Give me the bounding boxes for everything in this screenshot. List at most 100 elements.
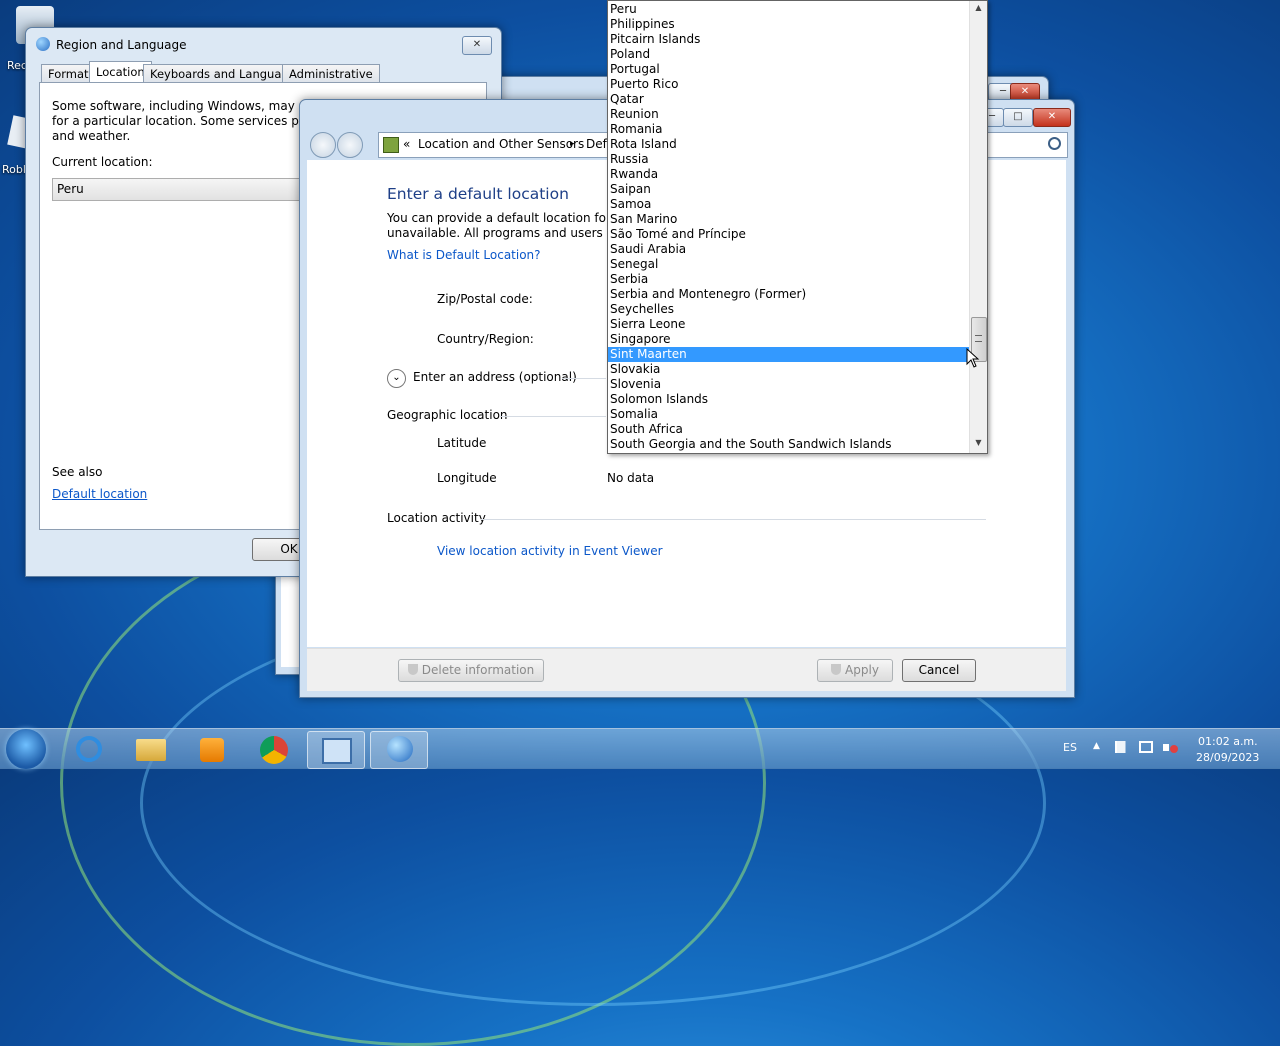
taskbar-chrome[interactable] [248, 731, 304, 767]
country-option[interactable]: Solomon Islands [608, 392, 969, 407]
activity-divider [481, 519, 986, 520]
globe-icon [36, 37, 50, 51]
country-option[interactable]: Rota Island [608, 137, 969, 152]
address-divider [562, 378, 606, 379]
country-option[interactable]: Reunion [608, 107, 969, 122]
taskbar-region-language[interactable] [370, 731, 428, 769]
recycle-bin-label: Rec [7, 59, 27, 72]
breadcrumb-location-sensors[interactable]: Location and Other Sensors [418, 133, 584, 156]
country-option[interactable]: South Georgia and the South Sandwich Isl… [608, 437, 969, 452]
taskbar-internet-explorer[interactable] [62, 731, 118, 767]
speaker-shape [1163, 744, 1169, 751]
country-option[interactable]: Saudi Arabia [608, 242, 969, 257]
taskbar-media-player[interactable] [186, 731, 242, 767]
country-option[interactable]: South Africa [608, 422, 969, 437]
country-option[interactable]: Sint Maarten [608, 347, 969, 362]
geo-divider [500, 416, 606, 417]
country-option[interactable]: Poland [608, 47, 969, 62]
longitude-value: No data [607, 471, 655, 485]
delete-label: Delete information [421, 663, 535, 677]
clock-time[interactable]: 01:02 a.m. [1198, 735, 1258, 748]
cancel-button[interactable]: Cancel [902, 659, 976, 682]
control-panel-icon [322, 738, 352, 764]
language-indicator[interactable]: ES [1063, 741, 1077, 754]
maximize-button[interactable]: □ [1003, 108, 1033, 127]
shield-icon [831, 664, 842, 675]
roblox-label: Robl [2, 163, 26, 176]
country-label: Country/Region: [437, 332, 534, 346]
volume-muted-icon[interactable] [1163, 741, 1178, 755]
location-description: Some software, including Windows, may pr… [52, 99, 337, 143]
apply-button[interactable]: Apply [817, 659, 893, 682]
search-icon [1048, 137, 1061, 150]
muted-mark [1170, 745, 1178, 753]
country-option[interactable]: Pitcairn Islands [608, 32, 969, 47]
country-option[interactable]: Qatar [608, 92, 969, 107]
grip-icon [975, 335, 982, 342]
country-option[interactable]: Puerto Rico [608, 77, 969, 92]
back-button[interactable] [310, 132, 336, 158]
country-option[interactable]: Seychelles [608, 302, 969, 317]
geographic-section-title: Geographic location [387, 408, 508, 422]
page-heading: Enter a default location [387, 185, 569, 203]
expand-chevron-icon[interactable]: ⌄ [387, 369, 406, 388]
country-options: Peru Philippines Pitcairn Islands Poland Por… [608, 2, 969, 452]
scroll-down-arrow-icon[interactable]: ▼ [970, 438, 987, 447]
country-option[interactable]: Senegal [608, 257, 969, 272]
breadcrumb-prefix: « [403, 137, 411, 151]
country-option[interactable]: Romania [608, 122, 969, 137]
country-option[interactable]: Russia [608, 152, 969, 167]
close-button[interactable]: ✕ [1033, 108, 1071, 127]
country-option[interactable]: Rwanda [608, 167, 969, 182]
search-input[interactable] [986, 132, 1068, 158]
tab-administrative[interactable]: Administrative [282, 64, 380, 83]
zip-label: Zip/Postal code: [437, 292, 533, 306]
event-viewer-link[interactable]: View location activity in Event Viewer [437, 544, 663, 558]
taskbar: ES ▲ 01:02 a.m. 28/09/2023 [0, 728, 1280, 769]
latitude-label: Latitude [437, 436, 487, 450]
taskbar-explorer[interactable] [124, 731, 180, 767]
internet-explorer-icon [76, 736, 102, 762]
show-hidden-icons-icon[interactable]: ▲ [1093, 741, 1100, 751]
intro-text: You can provide a default location for p… [387, 211, 642, 240]
enter-address-toggle[interactable]: Enter an address (optional) [413, 370, 577, 384]
folder-icon [136, 739, 166, 761]
control-panel-icon [383, 137, 399, 153]
current-location-select[interactable]: Peru [52, 178, 304, 201]
country-option[interactable]: Serbia [608, 272, 969, 287]
country-option[interactable]: Serbia and Montenegro (Former) [608, 287, 969, 302]
country-option[interactable]: Sierra Leone [608, 317, 969, 332]
delete-information-button[interactable]: Delete information [398, 659, 544, 682]
country-option[interactable]: Peru [608, 2, 969, 17]
taskbar-control-panel[interactable] [307, 731, 365, 769]
current-location-label: Current location: [52, 155, 153, 169]
country-option[interactable]: Portugal [608, 62, 969, 77]
forward-button[interactable] [337, 132, 363, 158]
current-location-value: Peru [57, 182, 84, 196]
country-option[interactable]: Philippines [608, 17, 969, 32]
country-option[interactable]: Samoa [608, 197, 969, 212]
clock-date[interactable]: 28/09/2023 [1196, 751, 1259, 764]
country-option[interactable]: São Tomé and Príncipe [608, 227, 969, 242]
what-is-default-location-link[interactable]: What is Default Location? [387, 248, 541, 262]
country-option[interactable]: Slovakia [608, 362, 969, 377]
see-also-label: See also [52, 465, 103, 479]
country-option[interactable]: San Marino [608, 212, 969, 227]
action-center-flag-icon[interactable] [1115, 741, 1129, 753]
country-option[interactable]: Slovenia [608, 377, 969, 392]
dropdown-scrollbar[interactable]: ▲ ▼ [969, 1, 987, 453]
close-button[interactable]: ✕ [462, 36, 492, 55]
network-icon[interactable] [1139, 741, 1153, 753]
media-player-icon [200, 738, 224, 762]
scroll-up-arrow-icon[interactable]: ▲ [970, 3, 987, 12]
country-option[interactable]: Somalia [608, 407, 969, 422]
country-option[interactable]: Saipan [608, 182, 969, 197]
country-dropdown-list[interactable]: Peru Philippines Pitcairn Islands Poland Por… [607, 0, 988, 454]
longitude-label: Longitude [437, 471, 497, 485]
country-option[interactable]: Singapore [608, 332, 969, 347]
chrome-icon [260, 736, 288, 764]
start-button[interactable] [6, 729, 46, 769]
activity-section-title: Location activity [387, 511, 486, 525]
default-location-link[interactable]: Default location [52, 487, 147, 501]
mouse-cursor-icon [966, 348, 980, 368]
